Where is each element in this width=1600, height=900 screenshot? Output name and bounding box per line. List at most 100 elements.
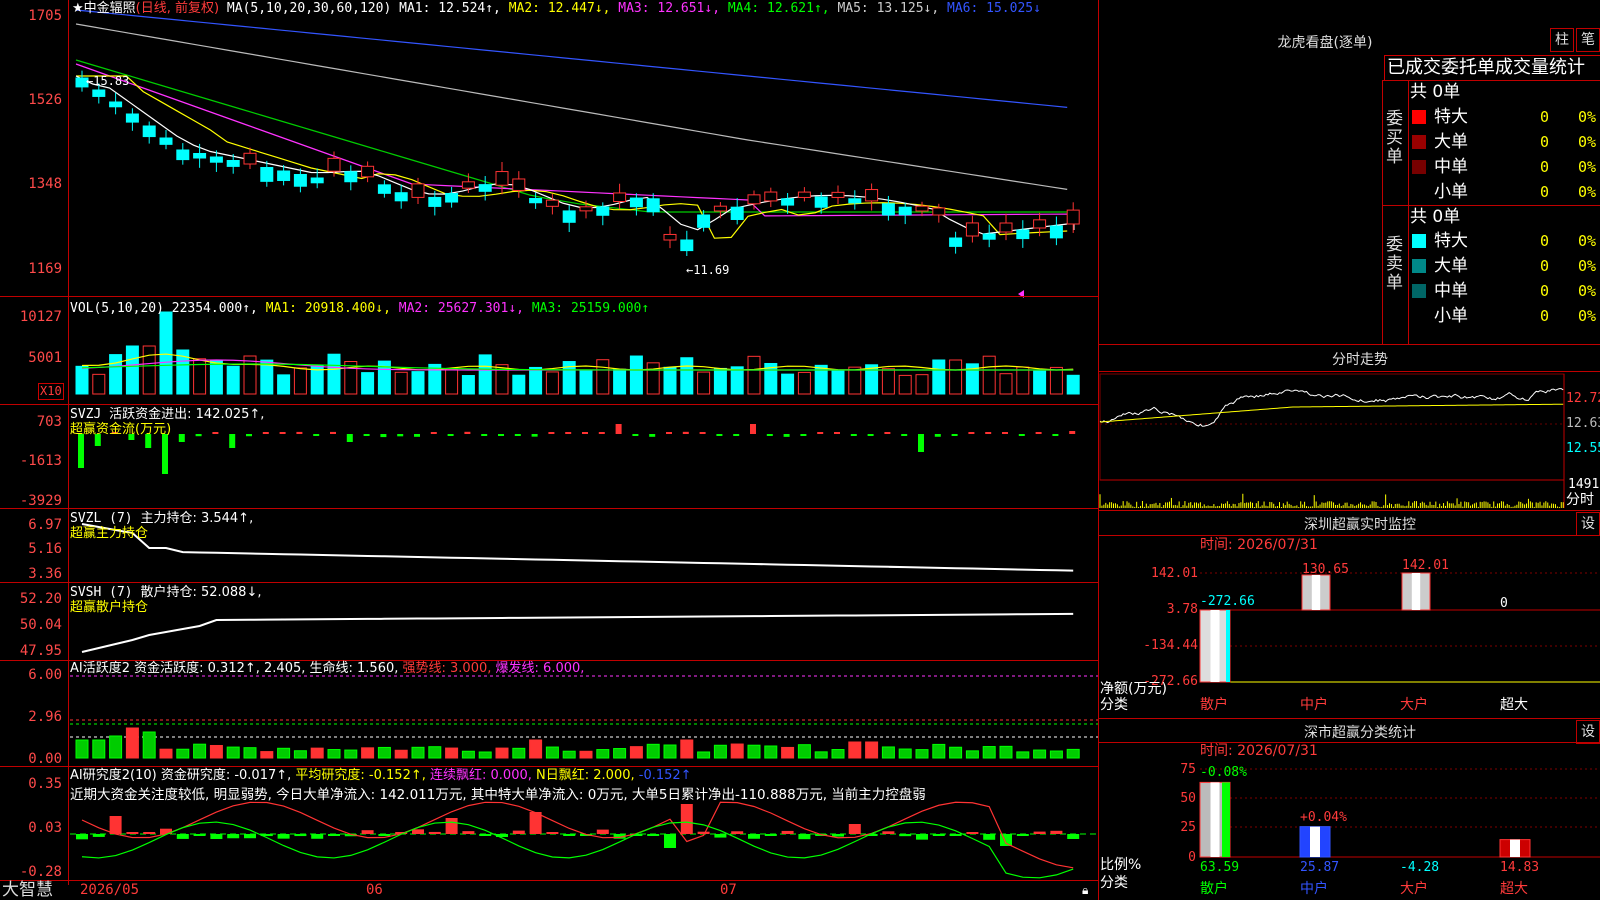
flow-bar xyxy=(78,434,84,468)
svsh-axis-label: 50.04 xyxy=(19,617,62,633)
candle xyxy=(529,198,543,204)
classify-settings-button[interactable]: 设 xyxy=(1576,720,1600,744)
research-bar xyxy=(176,834,189,839)
app-logo[interactable]: 大智慧 xyxy=(2,880,53,900)
bar-mid-pct-shine xyxy=(1310,826,1320,857)
axis-divider xyxy=(68,0,69,885)
volume-bar xyxy=(92,373,106,395)
candle xyxy=(445,193,459,203)
activity-bar xyxy=(545,746,559,759)
ai-active-legend: AI活跃度2 资金活跃度: 0.312↑, 2.405, 生命线: 1.560,… xyxy=(70,661,584,676)
chart-mode[interactable]: (日线, 前复权) xyxy=(136,1,219,16)
legend-item: MA6: 15.025↓ xyxy=(947,1,1041,16)
chart-canvas[interactable] xyxy=(0,0,1600,900)
volume-bar xyxy=(545,371,559,395)
ai-research-axis-label: 0.03 xyxy=(28,820,62,836)
order-count: 0 xyxy=(1540,232,1550,250)
order-percent: 0% xyxy=(1578,257,1597,275)
research-bar xyxy=(748,834,760,839)
candle xyxy=(1033,219,1047,229)
bar-retail-pct-shine xyxy=(1210,782,1220,857)
vol-title: VOL(5,10,20) xyxy=(70,301,164,316)
vol-value: 22354.000↑ xyxy=(171,301,251,316)
intraday-vol-label: 分时 xyxy=(1566,492,1594,508)
legend-swatch xyxy=(1412,234,1426,248)
candle xyxy=(260,167,274,182)
flow-bar xyxy=(414,434,420,437)
candle xyxy=(512,178,526,191)
flow-bar xyxy=(514,434,521,436)
lock-icon[interactable]: 🔒︎ xyxy=(1082,883,1088,898)
avg-research-line xyxy=(81,821,1074,879)
flow-bar xyxy=(901,434,908,436)
activity-bar xyxy=(881,746,895,759)
activity-bar xyxy=(680,739,694,759)
volume-bar xyxy=(445,368,459,395)
volume-bar xyxy=(831,369,845,395)
activity-bar xyxy=(478,751,492,759)
order-size-label: 中单 xyxy=(1434,157,1468,177)
tick-mode-button[interactable]: 笔 xyxy=(1576,28,1600,52)
svzl-legend: SVZL (7) 主力持仓: 3.544↑, xyxy=(70,511,253,526)
candle xyxy=(109,101,123,108)
stock-name[interactable]: 中金辐照 xyxy=(84,1,136,16)
classify-ylabel: 比例% xyxy=(1100,857,1142,873)
monitor-settings-button[interactable]: 设 xyxy=(1576,512,1600,536)
volume-bar xyxy=(730,366,744,395)
candle xyxy=(965,222,979,237)
activity-bar xyxy=(865,741,879,759)
order-size-label: 中单 xyxy=(1434,281,1468,301)
classify-delta: +0.04% xyxy=(1300,810,1347,825)
research-bar xyxy=(882,831,895,834)
bar-mode-button[interactable]: 柱 xyxy=(1550,28,1574,52)
activity-bar xyxy=(277,747,291,759)
volume-bar xyxy=(159,311,173,395)
activity-bar xyxy=(461,750,475,759)
candle xyxy=(293,174,307,187)
order-count: 0 xyxy=(1540,108,1550,126)
monitor-ylabel: 净额(万元) xyxy=(1100,681,1167,697)
volume-bar xyxy=(411,371,425,395)
legend-item: MA2: 12.447↓, xyxy=(508,1,619,16)
activity-bar xyxy=(965,750,979,759)
legend-swatch xyxy=(1412,135,1426,149)
research-bar xyxy=(361,830,374,834)
price-axis-label: 1526 xyxy=(28,92,62,108)
activity-bar xyxy=(512,747,526,759)
candle xyxy=(92,89,106,97)
order-count: 0 xyxy=(1540,183,1550,201)
candle xyxy=(159,137,173,145)
order-size-label: 特大 xyxy=(1434,231,1468,251)
monitor-axis-label: -134.44 xyxy=(1143,638,1198,653)
candle xyxy=(394,192,408,202)
svzj-subtitle: 超赢资金流(万元) xyxy=(70,422,172,437)
research-bar xyxy=(714,834,727,838)
order-percent: 0% xyxy=(1578,133,1597,151)
candle xyxy=(310,177,324,184)
candle xyxy=(697,214,711,228)
research-bar xyxy=(798,834,811,840)
research-bar xyxy=(210,834,223,840)
flow-bar xyxy=(733,434,740,436)
research-bar xyxy=(76,834,88,840)
ai-active-title: AI活跃度2 xyxy=(70,661,130,676)
star-icon[interactable]: ★ xyxy=(72,1,84,16)
volume-bar xyxy=(982,355,996,395)
ai-active-axis-label: 0.00 xyxy=(28,751,62,767)
volume-bar xyxy=(898,374,912,395)
activity-bar xyxy=(529,739,543,759)
volume-bar xyxy=(478,354,492,395)
svzj-axis-label: -3929 xyxy=(19,493,62,509)
research-bar xyxy=(1016,834,1029,836)
candle xyxy=(142,125,156,138)
bar-mid-shine xyxy=(1311,575,1321,610)
flow-bar xyxy=(430,432,437,434)
candle xyxy=(848,198,862,204)
low-marker: ←11.69 xyxy=(686,263,730,277)
volume-bar xyxy=(226,365,240,395)
retail-position-line xyxy=(81,612,1074,653)
research-bar xyxy=(731,831,744,834)
activity-bar xyxy=(898,748,912,759)
volume-bar xyxy=(932,359,946,395)
svsh-axis-label: 47.95 xyxy=(19,643,62,659)
